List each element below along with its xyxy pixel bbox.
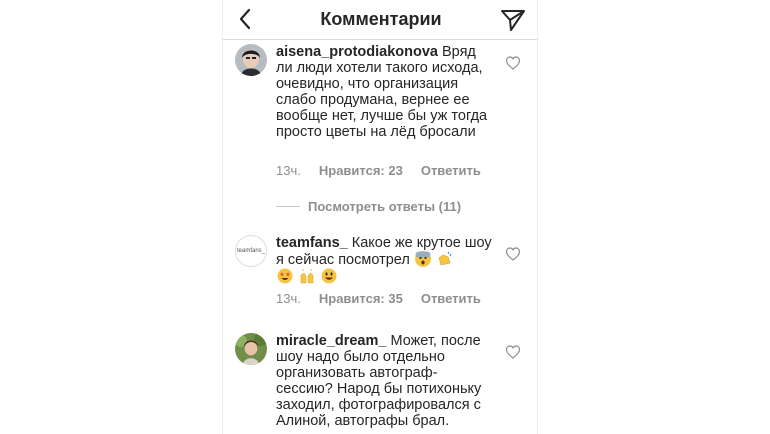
comment-username[interactable]: aisena_protodiakonova (276, 44, 438, 60)
header-bar: Комментарии (223, 0, 537, 40)
reply-button[interactable]: Ответить (421, 163, 481, 178)
comment-meta: 13ч. Нравится: 35 Ответить (276, 291, 481, 306)
comment-time: 13ч. (276, 163, 301, 178)
comment-likes[interactable]: Нравится: 35 (319, 291, 403, 306)
avatar[interactable] (235, 333, 267, 365)
comment-text: teamfans_ Какое же крутое шоу я сейчас п… (276, 235, 494, 285)
view-replies-button[interactable]: Посмотреть ответы (11) (276, 199, 461, 214)
view-replies-label: Посмотреть ответы (11) (308, 199, 462, 214)
comment-text: miracle_dream_ Может, после шоу надо был… (276, 333, 494, 429)
comment-time: 13ч. (276, 291, 301, 306)
user-photo-icon (235, 333, 267, 365)
scream-emoji-icon (414, 251, 431, 267)
comment-username[interactable]: teamfans_ (276, 235, 348, 251)
comment-likes[interactable]: Нравится: 23 (319, 163, 403, 178)
comment-text: aisena_protodiakonova Вряд ли люди хотел… (276, 44, 494, 140)
replies-divider (276, 206, 300, 207)
comments-screen: Комментарии aisena_protodiakonova Вряд л… (222, 0, 538, 434)
avatar-brand-text: teamfans_ (236, 248, 266, 254)
heart-icon[interactable] (505, 344, 521, 360)
comment-username[interactable]: miracle_dream_ (276, 333, 386, 349)
chevron-left-icon (239, 8, 251, 30)
avatar[interactable]: teamfans_ (235, 235, 267, 267)
share-button[interactable] (499, 6, 527, 34)
back-button[interactable] (233, 6, 257, 32)
comment-meta: 13ч. Нравится: 23 Ответить (276, 163, 481, 178)
star-struck-emoji-icon (277, 268, 293, 284)
reply-button[interactable]: Ответить (421, 291, 481, 306)
clap-emoji-icon (437, 251, 453, 267)
heart-icon[interactable] (505, 55, 521, 71)
raised-hands-emoji-icon (299, 268, 315, 284)
heart-icon[interactable] (505, 246, 521, 262)
user-photo-icon (235, 44, 267, 76)
page-title: Комментарии (320, 9, 442, 29)
paper-plane-icon (501, 10, 525, 31)
smiley-emoji-icon (321, 268, 337, 284)
avatar[interactable] (235, 44, 267, 76)
